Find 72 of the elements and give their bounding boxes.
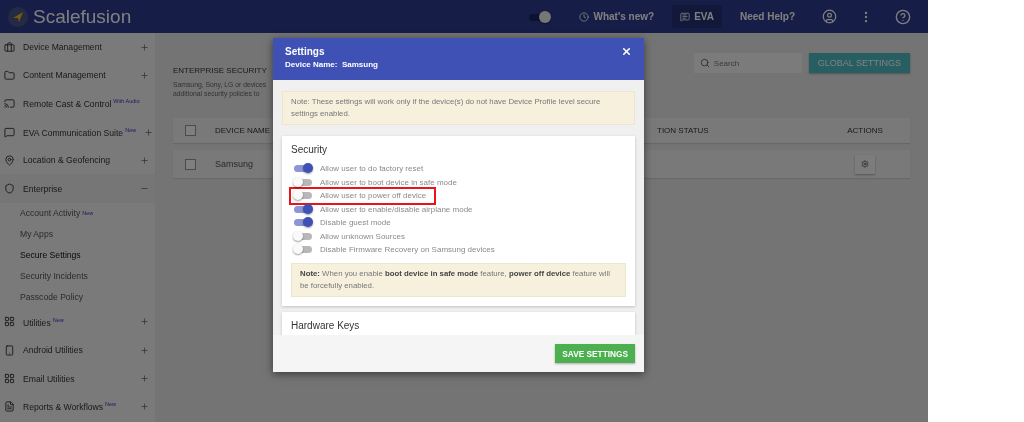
expand-icon[interactable] — [140, 42, 149, 52]
settings-button[interactable] — [855, 154, 875, 174]
setting-label: Allow unknown Sources — [320, 231, 405, 241]
map-pin-icon — [4, 154, 15, 166]
setting-label: Allow user to do factory reset — [320, 164, 424, 174]
expand-icon[interactable] — [140, 70, 149, 80]
toggle-switch[interactable] — [294, 219, 312, 227]
header-link[interactable]: Need Help? — [732, 5, 803, 28]
checkbox[interactable] — [185, 158, 196, 170]
toggle-switch[interactable] — [294, 178, 312, 186]
grid-icon — [4, 316, 15, 328]
sidebar-subitem[interactable]: Secure Settings — [0, 244, 155, 266]
close-button[interactable] — [621, 46, 632, 58]
section-title: Security — [291, 144, 329, 155]
toggle-switch[interactable] — [294, 246, 312, 254]
theme-toggle[interactable] — [527, 10, 552, 23]
setting-label: Allow user to boot device in safe mode — [320, 177, 457, 187]
section-title: Hardware Keys — [291, 319, 361, 331]
header-link[interactable]: What's new? — [571, 5, 663, 28]
dialog-title: Settings — [285, 46, 326, 57]
close-icon — [621, 46, 632, 57]
save-settings-button[interactable]: SAVE SETTINGS — [555, 344, 635, 363]
sidebar-subitem[interactable]: My Apps — [0, 223, 155, 245]
expand-icon[interactable] — [140, 374, 149, 383]
setting-label: Disable Firmware Recovery on Samsung devices — [320, 245, 495, 255]
expand-icon[interactable] — [140, 345, 149, 355]
account-icon[interactable] — [822, 9, 837, 24]
chat-icon — [4, 126, 15, 138]
briefcase-icon — [4, 41, 15, 53]
chat-icon — [680, 11, 691, 22]
expand-icon[interactable] — [140, 155, 149, 165]
brand-name: Scalefusion — [33, 5, 132, 28]
column-header: TION STATUS — [657, 126, 710, 135]
expand-icon[interactable] — [140, 402, 149, 412]
expand-icon[interactable] — [144, 127, 154, 137]
search-icon — [699, 58, 710, 68]
toggle-switch[interactable] — [294, 232, 312, 240]
shield-icon — [4, 183, 15, 195]
toggle-switch[interactable] — [294, 165, 312, 173]
setting-label: Allow user to power off device — [320, 191, 427, 201]
device-name-text: Device Name: Samsung — [285, 60, 378, 69]
grid-icon — [4, 373, 15, 384]
logo-icon — [8, 6, 28, 27]
settings-icon — [861, 160, 869, 168]
sidebar-item[interactable]: Email Utilities — [0, 364, 155, 393]
sidebar-item[interactable]: Content Management — [0, 61, 155, 90]
sidebar-subitem[interactable]: Security Incidents — [0, 265, 155, 287]
sidebar-item[interactable]: Reports & Workflows $^{New}$ — [0, 392, 155, 421]
column-header: DEVICE NAME — [215, 126, 272, 135]
sidebar-item[interactable]: Android Utilities — [0, 336, 155, 365]
phone-icon — [4, 344, 15, 356]
setting-label: Allow user to enable/disable airplane mode — [320, 204, 473, 214]
toggle-switch[interactable] — [294, 205, 312, 213]
sidebar-subitem[interactable]: Passcode Policy — [0, 286, 155, 308]
clock-icon — [579, 11, 590, 22]
toggle-switch[interactable] — [294, 192, 312, 200]
setting-label: Disable guest mode — [320, 218, 391, 228]
table-cell: Samsung — [215, 159, 254, 169]
expand-icon[interactable] — [140, 317, 149, 327]
cast-icon — [4, 98, 15, 110]
checkbox[interactable] — [185, 125, 196, 136]
header-link[interactable]: EVA — [672, 5, 722, 28]
folder-icon — [4, 69, 15, 81]
sidebar-item[interactable]: EVA Communication Suite $^{New}$ — [0, 117, 155, 147]
sidebar-item[interactable]: Remote Cast & Control $^{With Audio}$ — [0, 89, 155, 118]
sidebar-item[interactable]: Enterprise — [0, 174, 155, 203]
column-header: ACTIONS — [846, 126, 884, 135]
help-icon[interactable] — [895, 8, 911, 25]
page-title: ENTERPRISE SECURITY — [173, 66, 267, 75]
sidebar-item[interactable]: Utilities $^{New}$ — [0, 307, 155, 337]
document-icon — [4, 401, 15, 413]
sidebar-item[interactable]: Device Management — [0, 33, 155, 62]
